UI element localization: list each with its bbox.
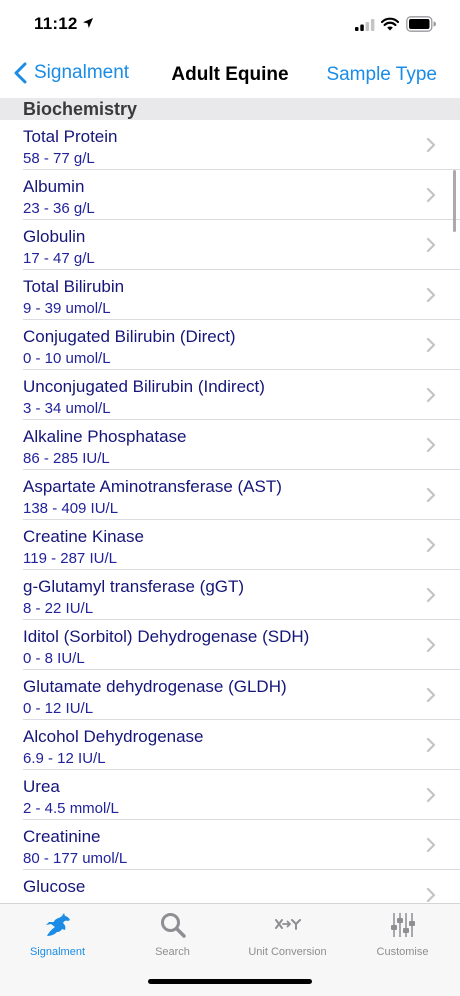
chevron-right-icon xyxy=(426,687,436,703)
list-item[interactable]: Globulin 17 - 47 g/L xyxy=(0,220,460,270)
chevron-right-icon xyxy=(426,287,436,303)
status-bar: 11:12 xyxy=(0,0,460,50)
list-item-title: Conjugated Bilirubin (Direct) xyxy=(23,327,236,346)
section-title: Biochemistry xyxy=(23,99,138,119)
section-header: Biochemistry xyxy=(0,98,460,120)
list-item-range: 0 - 8 IU/L xyxy=(23,650,85,667)
list-item[interactable]: Alkaline Phosphatase 86 - 285 IU/L xyxy=(0,420,460,470)
sliders-icon xyxy=(390,913,415,937)
chevron-right-icon xyxy=(426,737,436,753)
list-item[interactable]: Total Bilirubin 9 - 39 umol/L xyxy=(0,270,460,320)
list-item-title: Aspartate Aminotransferase (AST) xyxy=(23,477,282,496)
tab-search[interactable]: Search xyxy=(115,910,230,966)
list-item-title: Glutamate dehydrogenase (GLDH) xyxy=(23,677,287,696)
chevron-right-icon xyxy=(426,837,436,853)
list-item[interactable]: Glucose xyxy=(0,870,460,903)
list-item[interactable]: Albumin 23 - 36 g/L xyxy=(0,170,460,220)
list-item-title: Alkaline Phosphatase xyxy=(23,427,187,446)
list-item[interactable]: Conjugated Bilirubin (Direct) 0 - 10 umol… xyxy=(0,320,460,370)
chevron-right-icon xyxy=(426,587,436,603)
list-item[interactable]: Urea 2 - 4.5 mmol/L xyxy=(0,770,460,820)
sample-type-button[interactable]: Sample Type xyxy=(326,64,437,86)
list-item-title: Albumin xyxy=(23,177,85,196)
location-arrow-icon xyxy=(83,18,93,28)
list-item[interactable]: g-Glutamyl transferase (gGT) 8 - 22 IU/L xyxy=(0,570,460,620)
list-item-range: 23 - 36 g/L xyxy=(23,200,95,217)
list-item[interactable]: Iditol (Sorbitol) Dehydrogenase (SDH) 0 -… xyxy=(0,620,460,670)
list-item-title: Unconjugated Bilirubin (Indirect) xyxy=(23,377,265,396)
list-item-range: 119 - 287 IU/L xyxy=(23,550,117,567)
list-item-title: Glucose xyxy=(23,877,86,896)
list-item-title: Alcohol Dehydrogenase xyxy=(23,727,204,746)
horse-icon xyxy=(45,913,70,936)
status-time: 11:12 xyxy=(34,14,78,33)
list-item-range: 0 - 10 umol/L xyxy=(23,350,111,367)
list-item[interactable]: Creatinine 80 - 177 umol/L xyxy=(0,820,460,870)
biochemistry-list[interactable]: Total Protein 58 - 77 g/L Albumin 23 - 36 g… xyxy=(0,120,460,903)
chevron-right-icon xyxy=(426,487,436,503)
tab-signalment-label: Signalment xyxy=(29,946,86,958)
chevron-right-icon xyxy=(426,237,436,253)
back-button-label: Signalment xyxy=(34,62,130,83)
list-item-range: 8 - 22 IU/L xyxy=(23,600,94,617)
list-item-range: 3 - 34 umol/L xyxy=(23,400,111,417)
list-item-range: 9 - 39 umol/L xyxy=(23,300,111,317)
list-item-range: 6.9 - 12 IU/L xyxy=(23,750,106,767)
chevron-right-icon xyxy=(426,787,436,803)
list-item[interactable]: Aspartate Aminotransferase (AST) 138 - 40… xyxy=(0,470,460,520)
chevron-right-icon xyxy=(426,187,436,203)
list-item-title: Total Protein xyxy=(23,127,118,146)
tab-search-label: Search xyxy=(155,946,190,958)
chevron-right-icon xyxy=(426,637,436,653)
tab-unit-conversion[interactable]: Unit Conversion xyxy=(230,910,345,966)
scroll-indicator xyxy=(453,170,456,232)
tab-customise[interactable]: Customise xyxy=(345,910,460,966)
tab-signalment[interactable]: Signalment xyxy=(0,910,115,966)
back-button[interactable]: Signalment xyxy=(12,62,129,84)
chevron-left-icon xyxy=(14,62,27,84)
list-item-range: 2 - 4.5 mmol/L xyxy=(23,800,119,817)
chevron-right-icon xyxy=(426,337,436,353)
battery-icon xyxy=(406,16,436,32)
tab-unit-conversion-label: Unit Conversion xyxy=(248,946,327,958)
home-indicator xyxy=(148,979,312,984)
list-item-title: Globulin xyxy=(23,227,86,246)
list-item-title: Urea xyxy=(23,777,60,796)
chevron-right-icon xyxy=(426,387,436,403)
list-item[interactable]: Glutamate dehydrogenase (GLDH) 0 - 12 IU/… xyxy=(0,670,460,720)
chevron-right-icon xyxy=(426,437,436,453)
list-item-title: Iditol (Sorbitol) Dehydrogenase (SDH) xyxy=(23,627,310,646)
chevron-right-icon xyxy=(426,137,436,153)
cellular-signal-icon xyxy=(355,19,375,31)
wifi-icon xyxy=(381,17,399,31)
list-item-range: 58 - 77 g/L xyxy=(23,150,95,167)
list-item[interactable]: Total Protein 58 - 77 g/L xyxy=(0,120,460,170)
list-item-title: Total Bilirubin xyxy=(23,277,125,296)
list-item-title: Creatine Kinase xyxy=(23,527,144,546)
list-item-range: 0 - 12 IU/L xyxy=(23,700,94,717)
search-icon xyxy=(160,913,186,938)
list-item-title: g-Glutamyl transferase (gGT) xyxy=(23,577,245,596)
chevron-right-icon xyxy=(426,887,436,903)
list-item[interactable]: Alcohol Dehydrogenase 6.9 - 12 IU/L xyxy=(0,720,460,770)
list-item-title: Creatinine xyxy=(23,827,101,846)
list-item[interactable]: Creatine Kinase 119 - 287 IU/L xyxy=(0,520,460,570)
list-item-range: 138 - 409 IU/L xyxy=(23,500,119,517)
chevron-right-icon xyxy=(426,537,436,553)
list-item-range: 86 - 285 IU/L xyxy=(23,450,110,467)
unit-conversion-icon xyxy=(274,919,301,930)
tab-customise-label: Customise xyxy=(376,946,429,958)
list-item[interactable]: Unconjugated Bilirubin (Indirect) 3 - 34 … xyxy=(0,370,460,420)
navigation-bar: Signalment Adult Equine Sample Type xyxy=(0,50,460,98)
list-item-range: 17 - 47 g/L xyxy=(23,250,95,267)
list-item-range: 80 - 177 umol/L xyxy=(23,850,128,867)
